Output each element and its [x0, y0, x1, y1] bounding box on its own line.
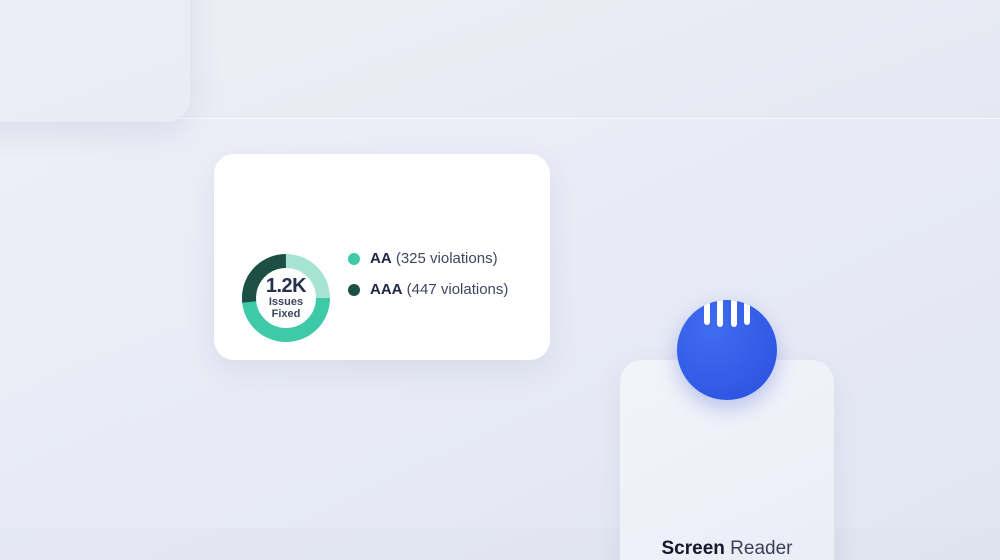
issues-donut-chart: 1.2K Issues Fixed	[238, 250, 334, 346]
legend-item-aa: AA (325 violations)	[348, 250, 508, 267]
sound-wave-svg	[704, 300, 750, 327]
screen-reader-card: Screen Reader	[620, 300, 834, 560]
legend-label-aaa: AAA (447 violations)	[370, 281, 509, 298]
violations-legend: AA (325 violations) AAA (447 violations)	[348, 250, 508, 312]
sound-wave-icon	[677, 300, 777, 400]
screen-reader-title: Screen Reader	[661, 538, 793, 559]
issues-fixed-line1: Issues	[268, 295, 304, 308]
issues-fixed-value: 1.2K	[265, 274, 307, 297]
issues-fixed-line2: Fixed	[271, 307, 301, 320]
legend-dot-icon	[348, 252, 360, 265]
remediation-panel: abels 5 FIXED validation mediations	[0, 0, 190, 122]
violations-card: 1.2K Issues Fixed AA (325 violations) AA…	[214, 154, 550, 360]
legend-label-aa: AA (325 violations)	[370, 250, 498, 267]
legend-item-aaa: AAA (447 violations)	[348, 281, 508, 298]
donut-center-label: 1.2K Issues Fixed	[238, 250, 334, 346]
legend-dot-icon	[348, 283, 360, 296]
